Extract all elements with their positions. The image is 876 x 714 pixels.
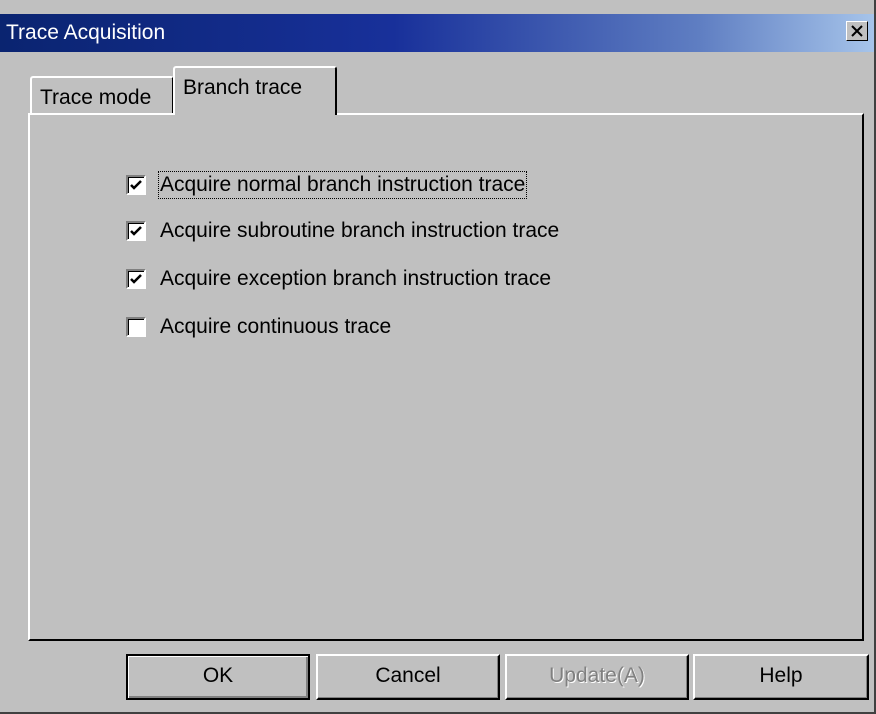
tab-trace-mode[interactable]: Trace mode: [30, 76, 174, 114]
checkmark-icon: [130, 226, 142, 236]
normal-branch-checkbox[interactable]: [126, 175, 146, 195]
cancel-button[interactable]: Cancel: [316, 654, 500, 700]
trace-acquisition-dialog: Trace Acquisition Trace mode Branch trac…: [0, 0, 876, 714]
title-bar[interactable]: Trace Acquisition: [0, 14, 874, 52]
checkmark-icon: [130, 274, 142, 284]
branch-trace-panel: Acquire normal branch instruction trace …: [28, 113, 864, 641]
continuous-trace-label: Acquire continuous trace: [160, 315, 392, 338]
exception-branch-label: Acquire exception branch instruction tra…: [160, 267, 552, 290]
ok-button[interactable]: OK: [126, 654, 310, 700]
subroutine-branch-checkbox[interactable]: [126, 221, 146, 241]
help-button[interactable]: Help: [693, 654, 869, 700]
normal-branch-label: Acquire normal branch instruction trace: [157, 171, 528, 199]
continuous-trace-checkbox[interactable]: [126, 317, 146, 337]
tab-trace-mode-label: Trace mode: [40, 86, 152, 109]
tab-branch-trace-label: Branch trace: [183, 76, 303, 99]
checkmark-icon: [130, 180, 142, 190]
update-button[interactable]: Update(A): [505, 654, 689, 700]
subroutine-branch-label: Acquire subroutine branch instruction tr…: [160, 219, 560, 242]
tab-branch-trace[interactable]: Branch trace: [173, 66, 337, 115]
window-title: Trace Acquisition: [6, 21, 166, 44]
exception-branch-checkbox[interactable]: [126, 269, 146, 289]
close-icon: [851, 25, 863, 37]
close-button[interactable]: [846, 21, 868, 41]
